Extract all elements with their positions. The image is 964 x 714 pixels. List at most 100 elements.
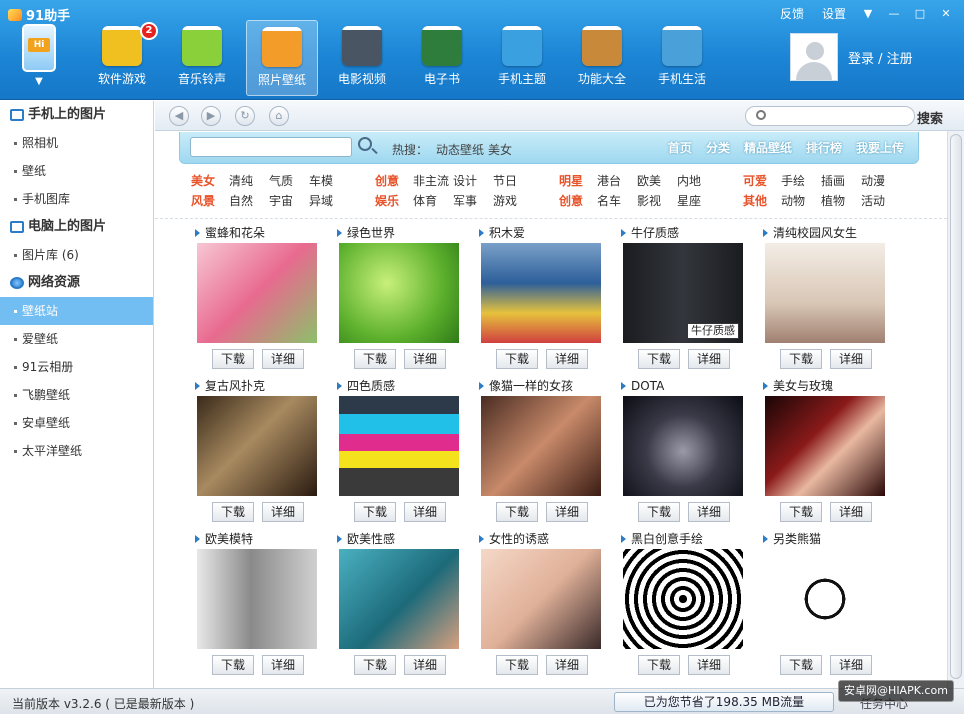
download-button[interactable]: 下载 (212, 655, 254, 675)
magnifier-icon[interactable] (358, 137, 372, 151)
refresh-button[interactable]: ↻ (235, 106, 255, 126)
detail-button[interactable]: 详细 (262, 655, 304, 675)
category-head[interactable]: 可爱 (743, 171, 781, 191)
minimize-button[interactable]: — (884, 7, 904, 20)
hot-search-link[interactable]: 美女 (488, 143, 512, 157)
download-button[interactable]: 下载 (496, 349, 538, 369)
wallpaper-thumbnail[interactable] (481, 243, 601, 343)
category-link[interactable]: 游戏 (493, 191, 533, 211)
detail-button[interactable]: 详细 (546, 502, 588, 522)
tab-5[interactable]: 手机主题 (486, 20, 558, 96)
detail-button[interactable]: 详细 (830, 502, 872, 522)
sidebar-item[interactable]: 飞鹏壁纸 (0, 381, 153, 409)
tab-2[interactable]: 照片壁纸 (246, 20, 318, 96)
download-button[interactable]: 下载 (354, 502, 396, 522)
category-link[interactable]: 非主流 (413, 171, 453, 191)
category-head[interactable]: 娱乐 (375, 191, 413, 211)
wallpaper-title[interactable]: 美女与玫瑰 (761, 377, 901, 395)
category-link[interactable]: 插画 (821, 171, 861, 191)
wallpaper-title[interactable]: 欧美模特 (193, 530, 333, 548)
category-link[interactable]: 动物 (781, 191, 821, 211)
category-link[interactable]: 影视 (637, 191, 677, 211)
site-nav-link[interactable]: 首页 (668, 139, 692, 156)
detail-button[interactable]: 详细 (688, 655, 730, 675)
category-head[interactable]: 风景 (191, 191, 229, 211)
wallpaper-thumbnail[interactable] (481, 396, 601, 496)
detail-button[interactable]: 详细 (688, 349, 730, 369)
site-nav-link[interactable]: 精品壁纸 (744, 139, 792, 156)
tab-7[interactable]: 手机生活 (646, 20, 718, 96)
sidebar-item[interactable]: 照相机 (0, 129, 153, 157)
site-search-input[interactable] (190, 137, 352, 157)
tab-6[interactable]: 功能大全 (566, 20, 638, 96)
sidebar-item[interactable]: 安卓壁纸 (0, 409, 153, 437)
download-button[interactable]: 下载 (212, 349, 254, 369)
download-button[interactable]: 下载 (496, 655, 538, 675)
wallpaper-title[interactable]: 黑白创意手绘 (619, 530, 759, 548)
category-head[interactable]: 其他 (743, 191, 781, 211)
nav-search-button[interactable]: 搜索 (917, 108, 943, 127)
wallpaper-title[interactable]: 像猫一样的女孩 (477, 377, 617, 395)
download-button[interactable]: 下载 (496, 502, 538, 522)
category-link[interactable]: 名车 (597, 191, 637, 211)
tab-4[interactable]: 电子书 (406, 20, 478, 96)
category-link[interactable]: 气质 (269, 171, 309, 191)
category-head[interactable]: 明星 (559, 171, 597, 191)
download-button[interactable]: 下载 (638, 349, 680, 369)
detail-button[interactable]: 详细 (546, 655, 588, 675)
category-link[interactable]: 异域 (309, 191, 349, 211)
detail-button[interactable]: 详细 (688, 502, 730, 522)
forward-button[interactable]: ▶ (201, 106, 221, 126)
detail-button[interactable]: 详细 (404, 502, 446, 522)
category-head[interactable]: 美女 (191, 171, 229, 191)
category-link[interactable]: 港台 (597, 171, 637, 191)
wallpaper-title[interactable]: 绿色世界 (335, 224, 475, 242)
category-link[interactable]: 动漫 (861, 171, 901, 191)
download-button[interactable]: 下载 (212, 502, 254, 522)
tab-1[interactable]: 音乐铃声 (166, 20, 238, 96)
wallpaper-thumbnail[interactable] (197, 549, 317, 649)
site-nav-link[interactable]: 分类 (706, 139, 730, 156)
wallpaper-title[interactable]: 清纯校园风女生 (761, 224, 901, 242)
site-nav-link[interactable]: 排行榜 (806, 139, 842, 156)
wallpaper-title[interactable]: 积木爱 (477, 224, 617, 242)
download-button[interactable]: 下载 (354, 349, 396, 369)
wallpaper-title[interactable]: 复古风扑克 (193, 377, 333, 395)
wallpaper-title[interactable]: 另类熊猫 (761, 530, 901, 548)
sidebar-item[interactable]: 壁纸站 (0, 297, 153, 325)
download-button[interactable]: 下载 (638, 655, 680, 675)
wallpaper-thumbnail[interactable]: 牛仔质感 (623, 243, 743, 343)
wallpaper-title[interactable]: 四色质感 (335, 377, 475, 395)
nav-search-input[interactable] (745, 106, 915, 126)
category-link[interactable]: 车模 (309, 171, 349, 191)
category-head[interactable]: 创意 (559, 191, 597, 211)
hot-search-link[interactable]: 动态壁纸 (436, 143, 484, 157)
wallpaper-thumbnail[interactable] (197, 243, 317, 343)
detail-button[interactable]: 详细 (262, 502, 304, 522)
detail-button[interactable]: 详细 (262, 349, 304, 369)
category-link[interactable]: 体育 (413, 191, 453, 211)
sidebar-item[interactable]: 91云相册 (0, 353, 153, 381)
login-register-link[interactable]: 登录 / 注册 (848, 48, 913, 67)
sidebar-item[interactable]: 手机图库 (0, 185, 153, 213)
wallpaper-thumbnail[interactable] (481, 549, 601, 649)
settings-link[interactable]: 设置 (816, 3, 852, 24)
menu-dropdown-icon[interactable]: ▼ (858, 7, 878, 20)
category-link[interactable]: 星座 (677, 191, 717, 211)
wallpaper-thumbnail[interactable] (765, 243, 885, 343)
detail-button[interactable]: 详细 (830, 655, 872, 675)
wallpaper-thumbnail[interactable] (623, 396, 743, 496)
avatar[interactable] (790, 33, 838, 81)
scrollbar-thumb[interactable] (950, 134, 962, 679)
back-button[interactable]: ◀ (169, 106, 189, 126)
vertical-scrollbar[interactable] (947, 131, 964, 688)
download-button[interactable]: 下载 (780, 349, 822, 369)
feedback-link[interactable]: 反馈 (774, 3, 810, 24)
phone-device-button[interactable]: Hi ▼ (12, 22, 66, 94)
download-button[interactable]: 下载 (638, 502, 680, 522)
wallpaper-thumbnail[interactable] (197, 396, 317, 496)
wallpaper-title[interactable]: 欧美性感 (335, 530, 475, 548)
sidebar-item[interactable]: 爱壁纸 (0, 325, 153, 353)
detail-button[interactable]: 详细 (404, 349, 446, 369)
sidebar-item[interactable]: 壁纸 (0, 157, 153, 185)
